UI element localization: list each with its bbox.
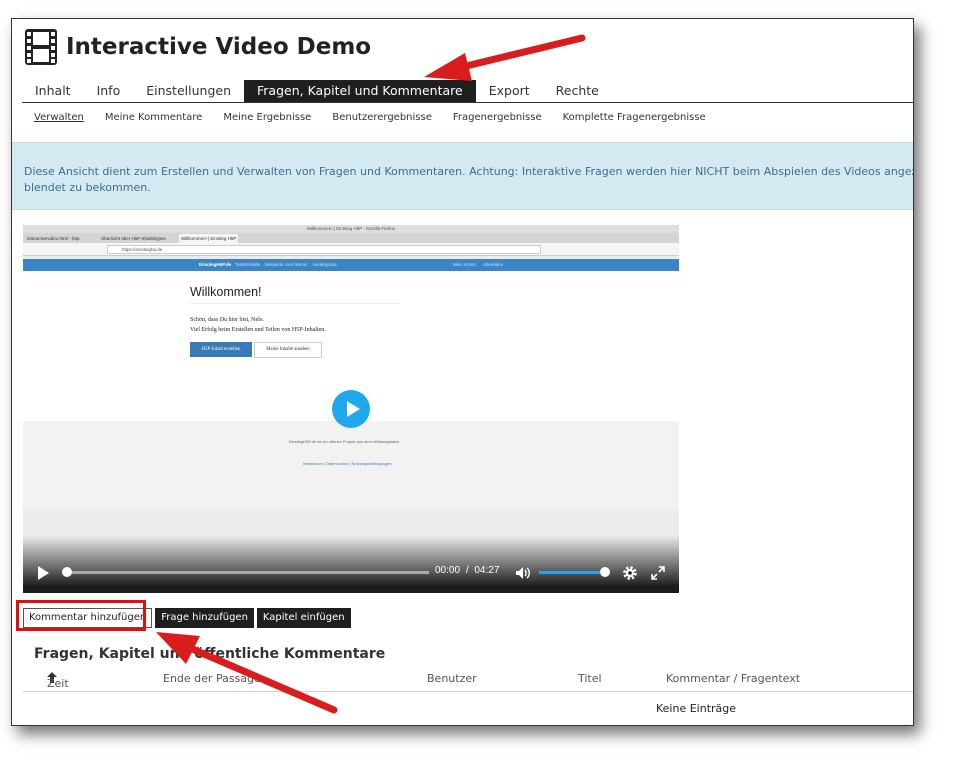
annotation-arrows: [156, 34, 586, 714]
annotation-arrow-top: [424, 34, 586, 81]
annotation-arrow-bottom: [156, 632, 338, 714]
